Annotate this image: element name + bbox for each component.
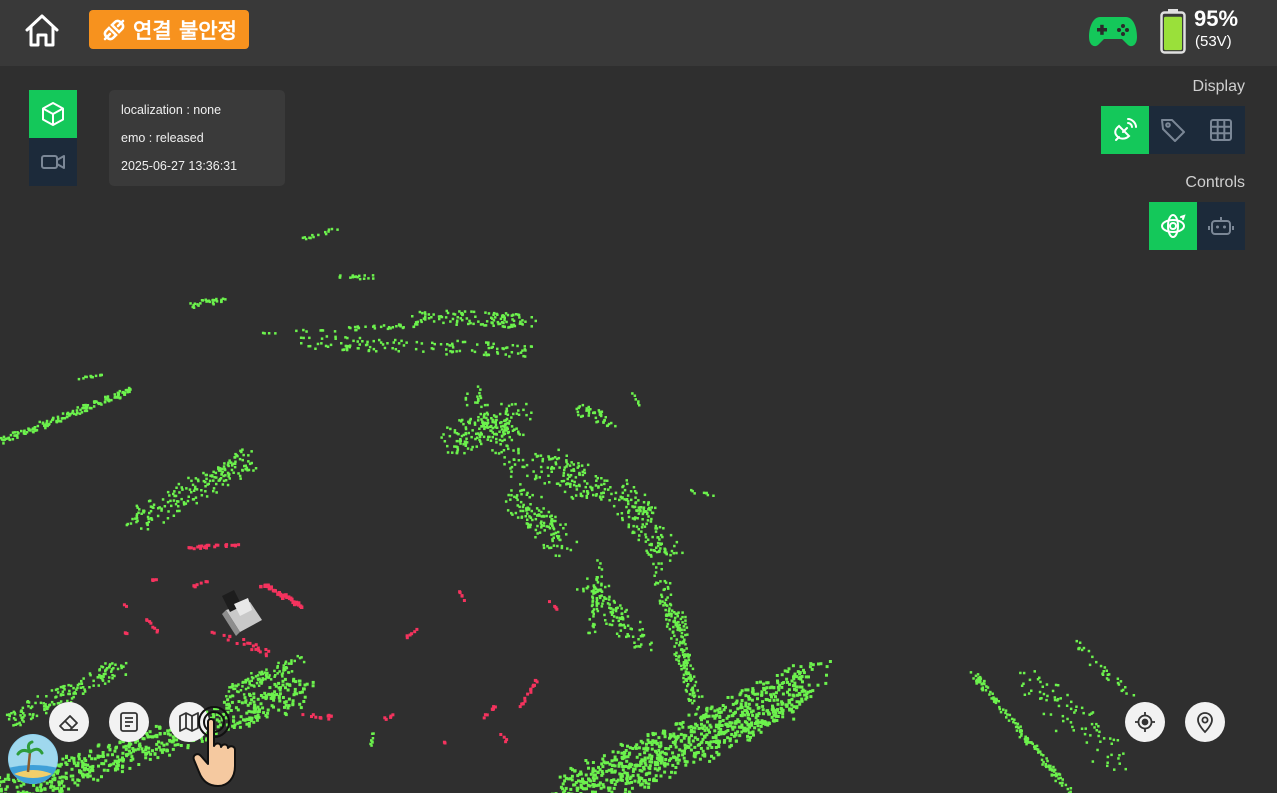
battery-voltage: (53V) bbox=[1195, 33, 1232, 50]
display-section-label: Display bbox=[1192, 78, 1245, 95]
satellite-icon bbox=[1114, 118, 1137, 141]
locate-button[interactable] bbox=[1125, 702, 1165, 742]
orbit-icon bbox=[1161, 214, 1186, 238]
eraser-button[interactable] bbox=[49, 702, 89, 742]
connection-status-badge: 연결 불안정 bbox=[89, 10, 249, 49]
battery-percent: 95% bbox=[1194, 6, 1239, 31]
robot-control-button[interactable] bbox=[1197, 202, 1245, 250]
display-lidar-button[interactable] bbox=[1101, 106, 1149, 154]
robot-icon bbox=[1208, 217, 1234, 235]
battery-fill bbox=[1164, 16, 1182, 51]
tap-hand-cursor-icon bbox=[192, 706, 236, 787]
view-mode-toggle bbox=[29, 90, 77, 186]
display-button-group bbox=[1101, 106, 1245, 154]
status-timestamp: 2025-06-27 13:36:31 bbox=[121, 159, 238, 173]
localization-status: localization : none bbox=[121, 103, 222, 117]
camera-view-button[interactable] bbox=[29, 138, 77, 186]
beach-avatar-icon bbox=[8, 734, 58, 784]
orbit-control-button[interactable] bbox=[1149, 202, 1197, 250]
eraser-icon bbox=[59, 715, 78, 731]
video-camera-icon bbox=[41, 155, 65, 169]
home-icon bbox=[25, 14, 59, 47]
tag-icon bbox=[1161, 119, 1185, 142]
emo-status: emo : released bbox=[121, 131, 204, 145]
top-bar: 연결 불안정 95% (53V) bbox=[0, 0, 1277, 66]
battery-icon bbox=[1160, 9, 1186, 54]
controls-section-label: Controls bbox=[1185, 174, 1245, 191]
grid-icon bbox=[1210, 119, 1232, 141]
robot-status-panel: localization : none emo : released 2025-… bbox=[109, 90, 285, 186]
notes-icon bbox=[120, 712, 138, 732]
display-grid-button[interactable] bbox=[1197, 106, 1245, 154]
plug-disconnected-icon bbox=[103, 19, 125, 40]
controls-button-group bbox=[1149, 202, 1245, 250]
connection-status-label: 연결 불안정 bbox=[133, 18, 237, 43]
robot-model bbox=[222, 590, 262, 636]
gamepad-icon[interactable] bbox=[1088, 13, 1138, 49]
locate-icon bbox=[1135, 712, 1155, 732]
notes-button[interactable] bbox=[109, 702, 149, 742]
user-avatar[interactable] bbox=[8, 734, 58, 784]
3d-view-button[interactable] bbox=[29, 90, 77, 138]
cube-icon bbox=[42, 102, 64, 126]
home-button[interactable] bbox=[22, 11, 62, 51]
display-tags-button[interactable] bbox=[1149, 106, 1197, 154]
map-pin-button[interactable] bbox=[1185, 702, 1225, 742]
map-pin-icon bbox=[1197, 712, 1213, 734]
